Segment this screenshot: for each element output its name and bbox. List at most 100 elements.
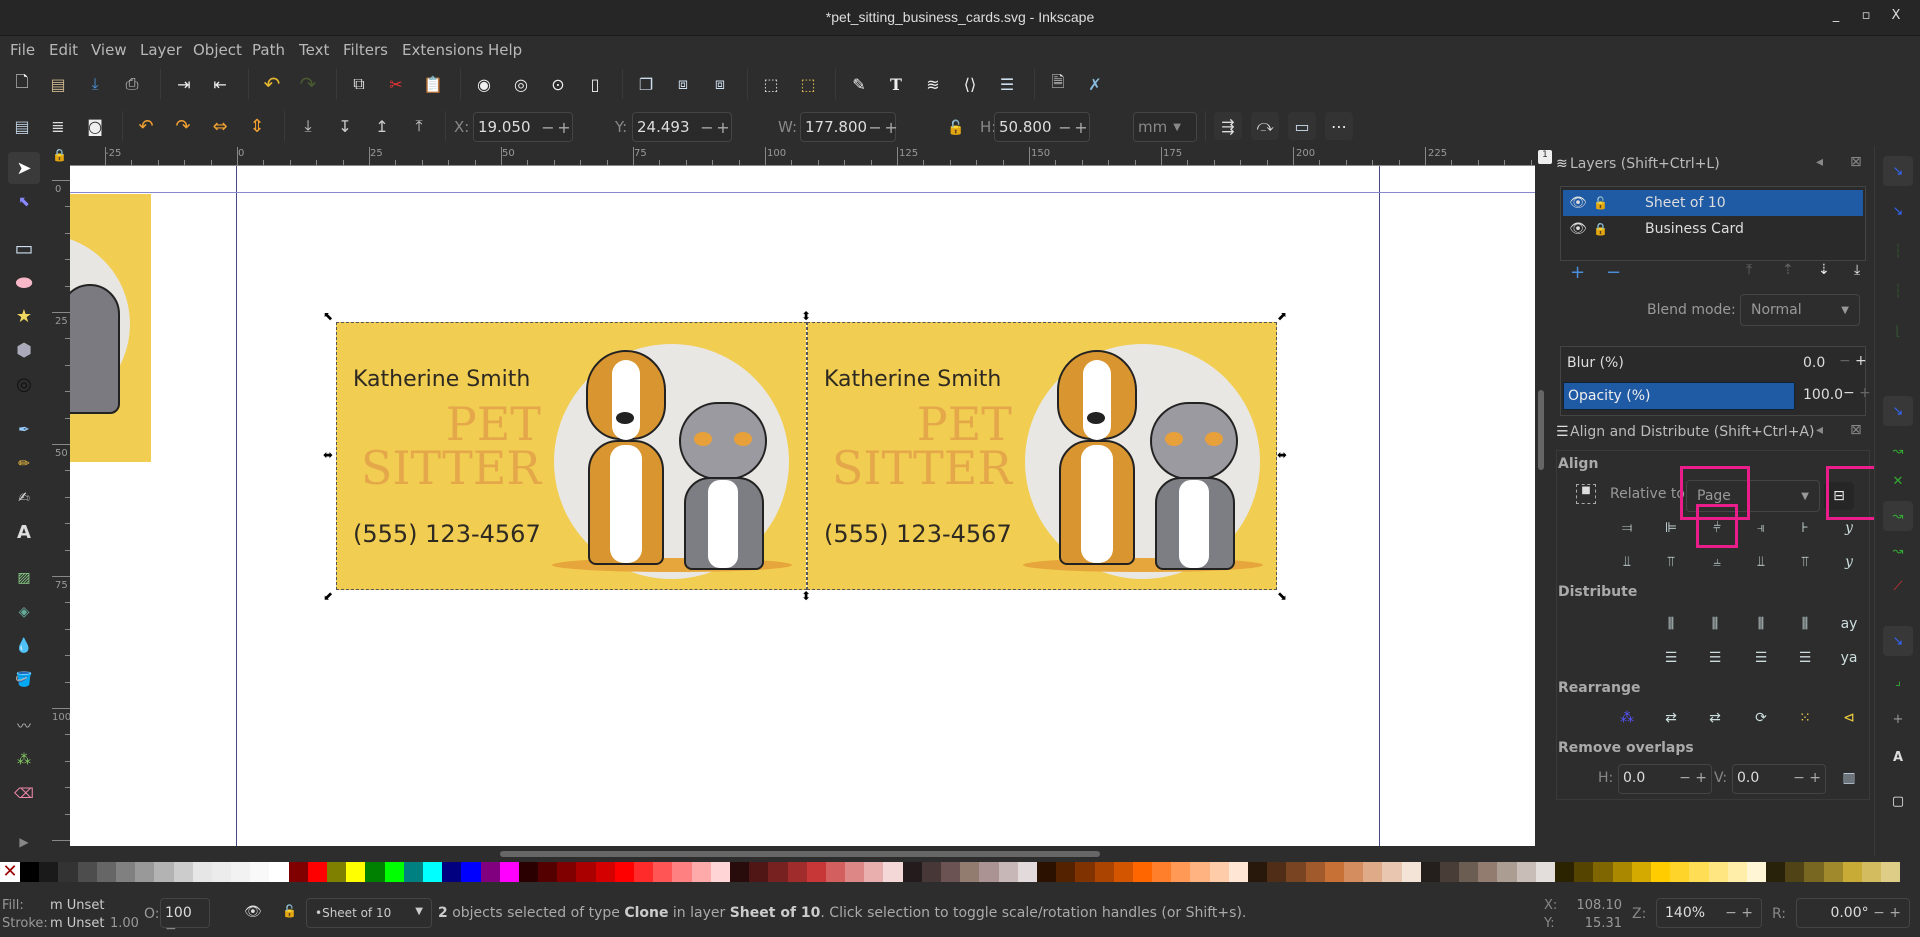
snap-path-icon[interactable]: ↝	[1883, 436, 1913, 466]
distribute-centers-v-icon[interactable]: ☰	[1700, 644, 1730, 672]
color-swatch[interactable]	[1670, 862, 1690, 882]
color-swatch[interactable]	[1593, 862, 1613, 882]
graph-layout-icon[interactable]: ⁂	[1612, 704, 1642, 732]
color-swatch[interactable]	[346, 862, 366, 882]
x-field[interactable]: 19.050− +	[473, 112, 573, 142]
color-swatch[interactable]	[1881, 862, 1901, 882]
blur-increment[interactable]: +	[1855, 353, 1867, 369]
color-swatch[interactable]	[1862, 862, 1882, 882]
scale-handle-e[interactable]: ⬌	[1277, 448, 1287, 462]
paste-icon[interactable]: 📋	[419, 70, 447, 98]
color-swatch[interactable]	[1612, 862, 1632, 882]
color-swatch[interactable]	[231, 862, 251, 882]
randomize-centers-icon[interactable]: ⁙	[1790, 704, 1820, 732]
color-swatch[interactable]	[480, 862, 500, 882]
color-swatch[interactable]	[1823, 862, 1843, 882]
color-swatch[interactable]	[135, 862, 155, 882]
color-swatch[interactable]	[557, 862, 577, 882]
color-swatch[interactable]	[595, 862, 615, 882]
guide-line[interactable]	[70, 192, 1535, 193]
mesh-tool-icon[interactable]: ◈	[8, 596, 40, 628]
align-distribute-icon[interactable]: ☰	[993, 70, 1021, 98]
undo-icon[interactable]: ↶	[258, 70, 286, 98]
color-swatch[interactable]	[20, 862, 40, 882]
color-swatch[interactable]	[1094, 862, 1114, 882]
color-swatch[interactable]	[672, 862, 692, 882]
save-icon[interactable]: ⤓	[81, 70, 109, 98]
align-right-edges-icon[interactable]: ⫣	[1746, 514, 1776, 542]
vertical-scrollbar[interactable]	[1538, 390, 1544, 470]
color-swatch[interactable]	[499, 862, 519, 882]
flip-horizontal-icon[interactable]: ⇔	[206, 112, 234, 140]
fill-indicator[interactable]: m Unset	[50, 898, 104, 913]
color-swatch[interactable]	[1631, 862, 1651, 882]
copy-icon[interactable]: ⧉	[345, 70, 373, 98]
rotate-cw-icon[interactable]: ↷	[169, 112, 197, 140]
horizontal-ruler[interactable]: -25 0 25 50 75 100 125 150 175 200 225 1	[70, 146, 1552, 166]
y-field[interactable]: 24.493− +	[632, 112, 732, 142]
y-decrement[interactable]: −	[699, 118, 715, 137]
panel-close-icon[interactable]: ⊠	[1850, 422, 1862, 438]
color-swatch[interactable]	[1555, 862, 1575, 882]
align-left-to-anchor-right-icon[interactable]: ⊦	[1790, 514, 1820, 542]
flip-vertical-icon[interactable]: ⇕	[243, 112, 271, 140]
color-swatch[interactable]	[1286, 862, 1306, 882]
color-swatch[interactable]	[77, 862, 97, 882]
exchange-positions-icon[interactable]: ⇄	[1656, 704, 1686, 732]
raise-icon[interactable]: ↥	[368, 112, 396, 140]
ellipse-tool-icon[interactable]: ⬬	[8, 266, 40, 298]
h-field[interactable]: 50.800− +	[994, 112, 1090, 142]
color-swatch[interactable]	[384, 862, 404, 882]
color-swatch[interactable]	[307, 862, 327, 882]
h-increment[interactable]: +	[1073, 118, 1089, 137]
fill-stroke-icon[interactable]: ✎	[845, 70, 873, 98]
align-top-edges-icon[interactable]: ⫪	[1656, 548, 1686, 576]
opacity-value[interactable]: 100.0	[1803, 387, 1843, 403]
color-swatch[interactable]	[1075, 862, 1095, 882]
cut-icon[interactable]: ✂	[382, 70, 410, 98]
color-swatch[interactable]	[864, 862, 884, 882]
color-swatch[interactable]	[538, 862, 558, 882]
clone-icon[interactable]: ⧈	[669, 70, 697, 98]
scale-handle-n[interactable]: ⬍	[801, 309, 811, 323]
ungroup-icon[interactable]: ⬚	[794, 70, 822, 98]
color-swatch[interactable]	[58, 862, 78, 882]
color-swatch[interactable]	[442, 862, 462, 882]
page-badge[interactable]: 1	[1538, 150, 1552, 164]
visibility-eye-icon[interactable]: 👁	[1563, 195, 1593, 211]
new-document-icon[interactable]: 🗋	[8, 70, 36, 98]
import-icon[interactable]: ⇥	[170, 70, 198, 98]
color-swatch[interactable]	[1036, 862, 1057, 882]
color-swatch[interactable]	[1056, 862, 1076, 882]
menu-edit[interactable]: Edit	[49, 41, 78, 59]
unit-select[interactable]: mm ▼	[1133, 112, 1197, 142]
blur-value[interactable]: 0.0	[1803, 355, 1825, 371]
menu-path[interactable]: Path	[252, 41, 285, 59]
snap-smooth-icon[interactable]: ↝	[1883, 536, 1913, 566]
scale-handle-s[interactable]: ⬍	[801, 589, 811, 603]
align-top-to-anchor-bottom-icon[interactable]: ⫪	[1790, 548, 1820, 576]
color-swatch[interactable]	[825, 862, 846, 882]
rotate-ccw-icon[interactable]: ↶	[132, 112, 160, 140]
color-swatch[interactable]	[288, 862, 308, 882]
opacity-field[interactable]: 100 −	[160, 898, 210, 937]
selector-tool-icon[interactable]: ➤	[8, 152, 40, 184]
locked-icon[interactable]: 🔒	[1593, 222, 1617, 236]
color-swatch[interactable]	[173, 862, 193, 882]
transform-corners-icon[interactable]: ⤼	[1251, 112, 1279, 140]
color-swatch[interactable]	[1459, 862, 1479, 882]
preferences-icon[interactable]: ✗	[1081, 70, 1109, 98]
h-decrement[interactable]: −	[1057, 118, 1073, 137]
panel-collapse-icon[interactable]: ◂	[1816, 422, 1823, 438]
snap-line-midpoint-icon[interactable]: ⟋	[1883, 571, 1913, 601]
w-field[interactable]: 177.800− +	[800, 112, 899, 142]
snap-others-icon[interactable]: ↘	[1883, 626, 1913, 656]
layer-lock-icon[interactable]: 🔓	[282, 904, 297, 918]
xml-editor-icon[interactable]: ⟨⟩	[956, 70, 984, 98]
x-decrement[interactable]: −	[540, 118, 556, 137]
color-swatch[interactable]	[576, 862, 596, 882]
color-swatch[interactable]	[192, 862, 212, 882]
w-increment[interactable]: +	[883, 118, 899, 137]
color-swatch[interactable]	[1766, 862, 1786, 882]
color-swatch[interactable]	[1209, 862, 1229, 882]
